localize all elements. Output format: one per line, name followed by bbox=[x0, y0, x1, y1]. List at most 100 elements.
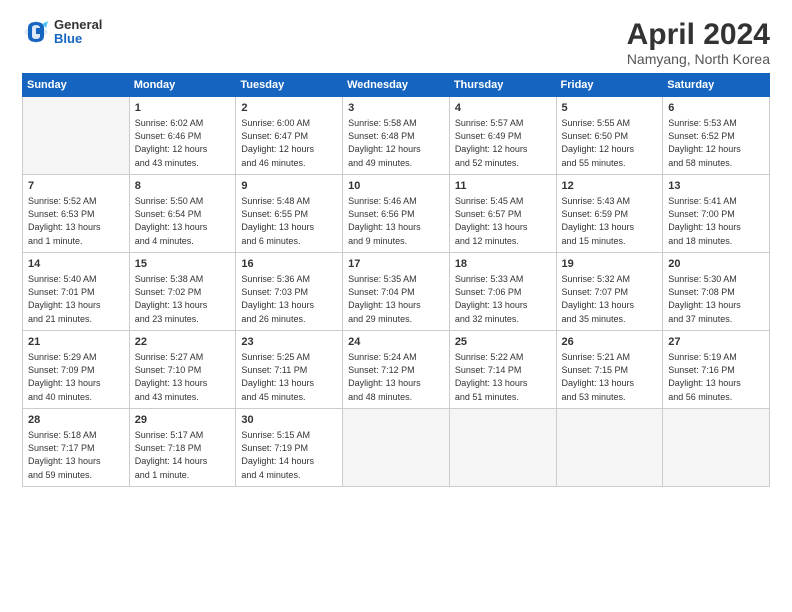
calendar-cell-w4-d3: 23Sunrise: 5:25 AM Sunset: 7:11 PM Dayli… bbox=[236, 331, 343, 409]
day-info: Sunrise: 5:45 AM Sunset: 6:57 PM Dayligh… bbox=[455, 195, 552, 247]
calendar-week-3: 14Sunrise: 5:40 AM Sunset: 7:01 PM Dayli… bbox=[23, 253, 770, 331]
day-number: 14 bbox=[28, 257, 125, 272]
day-number: 16 bbox=[241, 257, 338, 272]
day-number: 12 bbox=[562, 179, 659, 194]
calendar-header: Sunday Monday Tuesday Wednesday Thursday… bbox=[23, 74, 770, 97]
day-info: Sunrise: 6:02 AM Sunset: 6:46 PM Dayligh… bbox=[135, 117, 232, 169]
day-info: Sunrise: 5:19 AM Sunset: 7:16 PM Dayligh… bbox=[668, 351, 765, 403]
day-info: Sunrise: 5:36 AM Sunset: 7:03 PM Dayligh… bbox=[241, 273, 338, 325]
calendar-cell-w1-d1 bbox=[23, 97, 130, 175]
calendar-cell-w3-d3: 16Sunrise: 5:36 AM Sunset: 7:03 PM Dayli… bbox=[236, 253, 343, 331]
day-info: Sunrise: 5:58 AM Sunset: 6:48 PM Dayligh… bbox=[348, 117, 445, 169]
header-sunday: Sunday bbox=[23, 74, 130, 97]
calendar-cell-w3-d4: 17Sunrise: 5:35 AM Sunset: 7:04 PM Dayli… bbox=[343, 253, 450, 331]
day-number: 9 bbox=[241, 179, 338, 194]
calendar-cell-w5-d4 bbox=[343, 409, 450, 487]
header: General Blue April 2024 Namyang, North K… bbox=[22, 18, 770, 67]
calendar-cell-w1-d2: 1Sunrise: 6:02 AM Sunset: 6:46 PM Daylig… bbox=[129, 97, 236, 175]
day-info: Sunrise: 5:48 AM Sunset: 6:55 PM Dayligh… bbox=[241, 195, 338, 247]
logo-blue-text: Blue bbox=[54, 32, 102, 46]
calendar-cell-w5-d2: 29Sunrise: 5:17 AM Sunset: 7:18 PM Dayli… bbox=[129, 409, 236, 487]
day-number: 24 bbox=[348, 335, 445, 350]
calendar-subtitle: Namyang, North Korea bbox=[627, 51, 770, 67]
header-row: Sunday Monday Tuesday Wednesday Thursday… bbox=[23, 74, 770, 97]
calendar-title: April 2024 bbox=[627, 18, 770, 51]
calendar-body: 1Sunrise: 6:02 AM Sunset: 6:46 PM Daylig… bbox=[23, 97, 770, 487]
calendar-cell-w1-d5: 4Sunrise: 5:57 AM Sunset: 6:49 PM Daylig… bbox=[449, 97, 556, 175]
day-number: 29 bbox=[135, 413, 232, 428]
day-info: Sunrise: 5:27 AM Sunset: 7:10 PM Dayligh… bbox=[135, 351, 232, 403]
calendar-cell-w1-d4: 3Sunrise: 5:58 AM Sunset: 6:48 PM Daylig… bbox=[343, 97, 450, 175]
day-info: Sunrise: 5:21 AM Sunset: 7:15 PM Dayligh… bbox=[562, 351, 659, 403]
day-number: 18 bbox=[455, 257, 552, 272]
day-number: 5 bbox=[562, 101, 659, 116]
day-number: 2 bbox=[241, 101, 338, 116]
calendar-cell-w3-d1: 14Sunrise: 5:40 AM Sunset: 7:01 PM Dayli… bbox=[23, 253, 130, 331]
day-number: 11 bbox=[455, 179, 552, 194]
calendar-cell-w5-d1: 28Sunrise: 5:18 AM Sunset: 7:17 PM Dayli… bbox=[23, 409, 130, 487]
title-block: April 2024 Namyang, North Korea bbox=[627, 18, 770, 67]
calendar-cell-w1-d6: 5Sunrise: 5:55 AM Sunset: 6:50 PM Daylig… bbox=[556, 97, 663, 175]
day-info: Sunrise: 5:30 AM Sunset: 7:08 PM Dayligh… bbox=[668, 273, 765, 325]
day-info: Sunrise: 5:43 AM Sunset: 6:59 PM Dayligh… bbox=[562, 195, 659, 247]
logo: General Blue bbox=[22, 18, 102, 47]
calendar-week-5: 28Sunrise: 5:18 AM Sunset: 7:17 PM Dayli… bbox=[23, 409, 770, 487]
calendar-cell-w2-d5: 11Sunrise: 5:45 AM Sunset: 6:57 PM Dayli… bbox=[449, 175, 556, 253]
day-number: 19 bbox=[562, 257, 659, 272]
logo-icon bbox=[22, 18, 50, 46]
calendar-cell-w3-d5: 18Sunrise: 5:33 AM Sunset: 7:06 PM Dayli… bbox=[449, 253, 556, 331]
day-info: Sunrise: 5:57 AM Sunset: 6:49 PM Dayligh… bbox=[455, 117, 552, 169]
day-number: 26 bbox=[562, 335, 659, 350]
calendar-table: Sunday Monday Tuesday Wednesday Thursday… bbox=[22, 73, 770, 487]
calendar-week-1: 1Sunrise: 6:02 AM Sunset: 6:46 PM Daylig… bbox=[23, 97, 770, 175]
day-info: Sunrise: 5:33 AM Sunset: 7:06 PM Dayligh… bbox=[455, 273, 552, 325]
calendar-cell-w5-d3: 30Sunrise: 5:15 AM Sunset: 7:19 PM Dayli… bbox=[236, 409, 343, 487]
day-number: 21 bbox=[28, 335, 125, 350]
day-info: Sunrise: 5:35 AM Sunset: 7:04 PM Dayligh… bbox=[348, 273, 445, 325]
calendar-cell-w5-d5 bbox=[449, 409, 556, 487]
header-thursday: Thursday bbox=[449, 74, 556, 97]
calendar-cell-w1-d7: 6Sunrise: 5:53 AM Sunset: 6:52 PM Daylig… bbox=[663, 97, 770, 175]
header-tuesday: Tuesday bbox=[236, 74, 343, 97]
day-number: 13 bbox=[668, 179, 765, 194]
calendar-cell-w2-d4: 10Sunrise: 5:46 AM Sunset: 6:56 PM Dayli… bbox=[343, 175, 450, 253]
day-info: Sunrise: 5:55 AM Sunset: 6:50 PM Dayligh… bbox=[562, 117, 659, 169]
page: General Blue April 2024 Namyang, North K… bbox=[0, 0, 792, 612]
calendar-cell-w4-d7: 27Sunrise: 5:19 AM Sunset: 7:16 PM Dayli… bbox=[663, 331, 770, 409]
day-number: 8 bbox=[135, 179, 232, 194]
calendar-week-4: 21Sunrise: 5:29 AM Sunset: 7:09 PM Dayli… bbox=[23, 331, 770, 409]
day-number: 22 bbox=[135, 335, 232, 350]
day-info: Sunrise: 5:40 AM Sunset: 7:01 PM Dayligh… bbox=[28, 273, 125, 325]
calendar-cell-w3-d7: 20Sunrise: 5:30 AM Sunset: 7:08 PM Dayli… bbox=[663, 253, 770, 331]
calendar-cell-w2-d2: 8Sunrise: 5:50 AM Sunset: 6:54 PM Daylig… bbox=[129, 175, 236, 253]
day-number: 3 bbox=[348, 101, 445, 116]
header-wednesday: Wednesday bbox=[343, 74, 450, 97]
day-number: 15 bbox=[135, 257, 232, 272]
day-number: 20 bbox=[668, 257, 765, 272]
day-number: 10 bbox=[348, 179, 445, 194]
day-info: Sunrise: 5:17 AM Sunset: 7:18 PM Dayligh… bbox=[135, 429, 232, 481]
day-info: Sunrise: 5:24 AM Sunset: 7:12 PM Dayligh… bbox=[348, 351, 445, 403]
day-number: 1 bbox=[135, 101, 232, 116]
day-info: Sunrise: 5:41 AM Sunset: 7:00 PM Dayligh… bbox=[668, 195, 765, 247]
calendar-cell-w5-d7 bbox=[663, 409, 770, 487]
calendar-cell-w4-d5: 25Sunrise: 5:22 AM Sunset: 7:14 PM Dayli… bbox=[449, 331, 556, 409]
day-number: 27 bbox=[668, 335, 765, 350]
calendar-cell-w2-d1: 7Sunrise: 5:52 AM Sunset: 6:53 PM Daylig… bbox=[23, 175, 130, 253]
day-number: 25 bbox=[455, 335, 552, 350]
logo-text: General Blue bbox=[54, 18, 102, 47]
day-number: 17 bbox=[348, 257, 445, 272]
calendar-week-2: 7Sunrise: 5:52 AM Sunset: 6:53 PM Daylig… bbox=[23, 175, 770, 253]
day-info: Sunrise: 5:53 AM Sunset: 6:52 PM Dayligh… bbox=[668, 117, 765, 169]
calendar-cell-w2-d3: 9Sunrise: 5:48 AM Sunset: 6:55 PM Daylig… bbox=[236, 175, 343, 253]
day-info: Sunrise: 5:52 AM Sunset: 6:53 PM Dayligh… bbox=[28, 195, 125, 247]
day-number: 4 bbox=[455, 101, 552, 116]
day-info: Sunrise: 5:18 AM Sunset: 7:17 PM Dayligh… bbox=[28, 429, 125, 481]
day-info: Sunrise: 5:22 AM Sunset: 7:14 PM Dayligh… bbox=[455, 351, 552, 403]
calendar-cell-w4-d1: 21Sunrise: 5:29 AM Sunset: 7:09 PM Dayli… bbox=[23, 331, 130, 409]
day-number: 7 bbox=[28, 179, 125, 194]
header-friday: Friday bbox=[556, 74, 663, 97]
calendar-cell-w3-d6: 19Sunrise: 5:32 AM Sunset: 7:07 PM Dayli… bbox=[556, 253, 663, 331]
day-info: Sunrise: 5:32 AM Sunset: 7:07 PM Dayligh… bbox=[562, 273, 659, 325]
calendar-cell-w4-d2: 22Sunrise: 5:27 AM Sunset: 7:10 PM Dayli… bbox=[129, 331, 236, 409]
